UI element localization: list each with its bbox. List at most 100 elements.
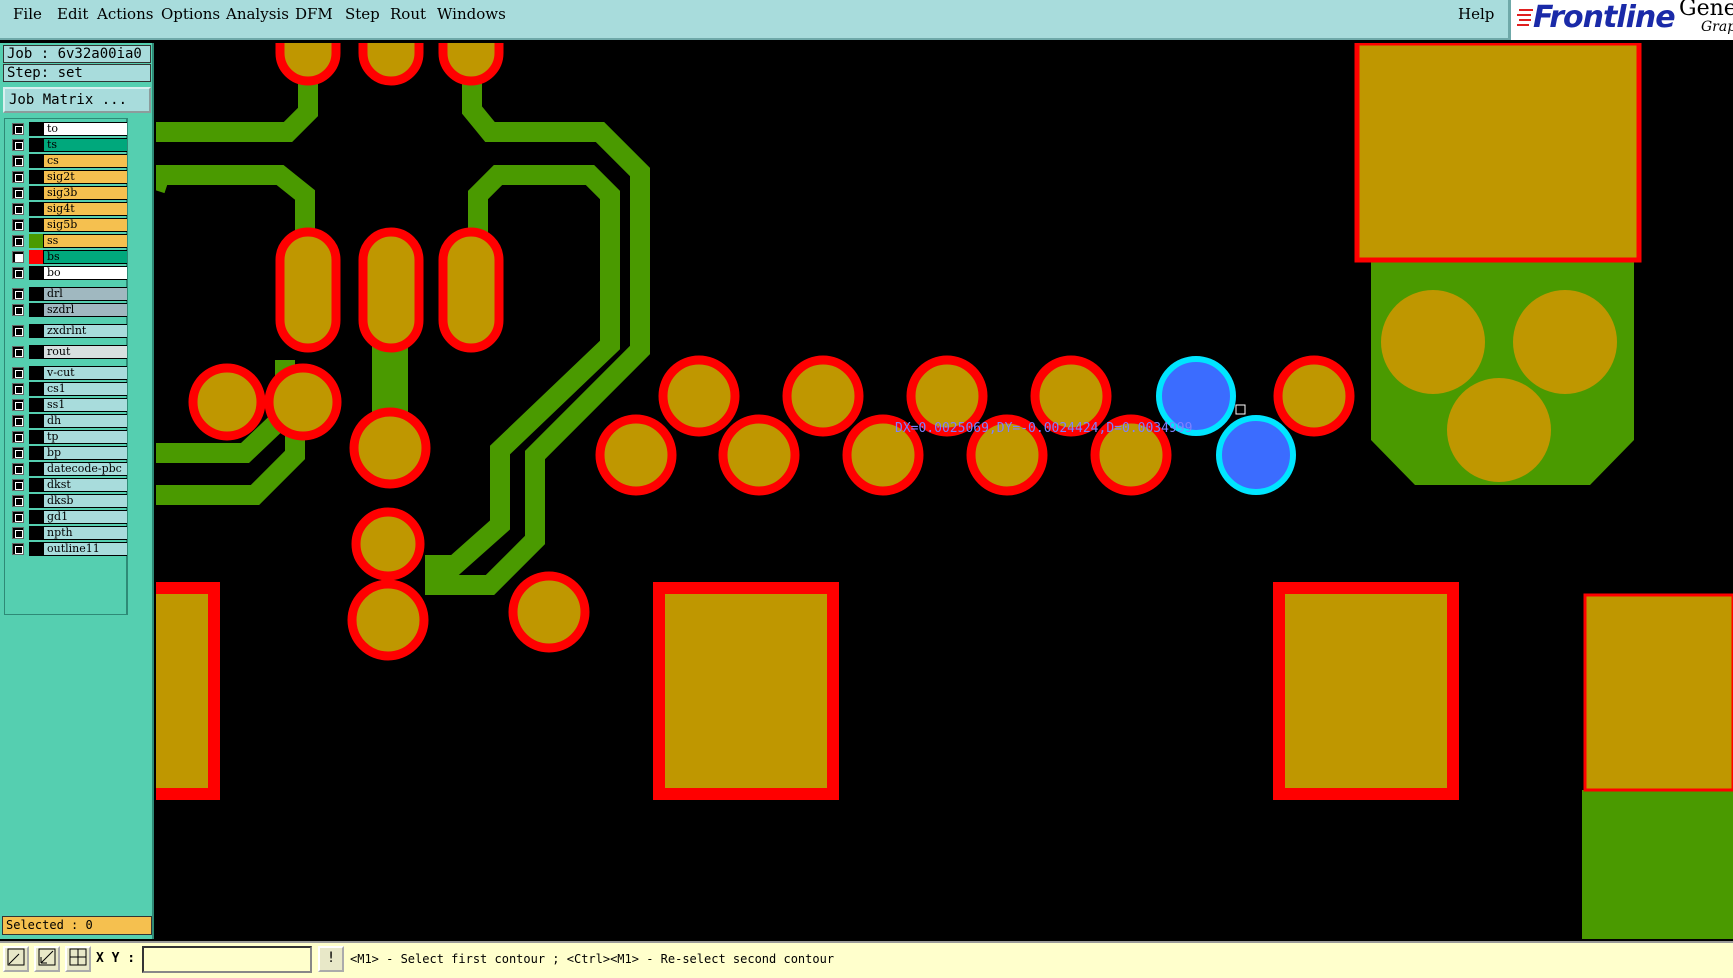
job-matrix-button[interactable]: Job Matrix ... <box>3 87 151 113</box>
layer-checkbox[interactable] <box>12 415 24 427</box>
layer-name[interactable]: npth <box>43 526 128 540</box>
layer-name[interactable]: bp <box>43 446 128 460</box>
layer-name[interactable]: bs <box>43 250 128 264</box>
layer-checkbox[interactable] <box>12 463 24 475</box>
layer-row-datecode-pbc[interactable]: datecode-pbc <box>7 462 128 476</box>
layer-checkbox[interactable] <box>12 346 24 358</box>
layer-name[interactable]: v-cut <box>43 366 128 380</box>
layer-row-dksb[interactable]: dksb <box>7 494 128 508</box>
layer-checkbox[interactable] <box>12 527 24 539</box>
layer-row-szdrl[interactable]: szdrl <box>7 303 128 317</box>
layer-name[interactable]: datecode-pbc <box>43 462 128 476</box>
layer-name[interactable]: sig4t <box>43 202 128 216</box>
menu-file[interactable]: File <box>13 5 42 23</box>
layer-name[interactable]: cs1 <box>43 382 128 396</box>
layer-checkbox[interactable] <box>12 383 24 395</box>
menu-dfm[interactable]: DFM <box>295 5 333 23</box>
menu-windows[interactable]: Windows <box>437 5 506 23</box>
layer-row-tp[interactable]: tp <box>7 430 128 444</box>
logo-product: Genes <box>1679 0 1733 21</box>
layer-name[interactable]: szdrl <box>43 303 128 317</box>
layer-checkbox[interactable] <box>12 251 24 263</box>
snap-mode-button[interactable] <box>3 946 29 972</box>
menu-analysis[interactable]: Analysis <box>226 5 289 23</box>
grid-button[interactable] <box>65 946 91 972</box>
layer-row-bp[interactable]: bp <box>7 446 128 460</box>
layer-name[interactable]: ts <box>43 138 128 152</box>
layer-checkbox[interactable] <box>12 431 24 443</box>
measure-mode-button[interactable] <box>34 946 60 972</box>
layer-row-cs1[interactable]: cs1 <box>7 382 128 396</box>
menu-edit[interactable]: Edit <box>57 5 88 23</box>
menu-help[interactable]: Help <box>1458 5 1494 23</box>
layer-row-ss1[interactable]: ss1 <box>7 398 128 412</box>
xy-input[interactable] <box>142 946 312 973</box>
layer-row-outline11[interactable]: outline11 <box>7 542 128 556</box>
layer-row-sig3b[interactable]: sig3b <box>7 186 128 200</box>
layer-row-zxdrlnt[interactable]: zxdrlnt <box>7 324 128 338</box>
menu-rout[interactable]: Rout <box>390 5 426 23</box>
layer-row-sig4t[interactable]: sig4t <box>7 202 128 216</box>
layer-row-ss[interactable]: ss <box>7 234 128 248</box>
layer-color-swatch <box>29 345 43 359</box>
layer-checkbox[interactable] <box>12 139 24 151</box>
menu-options[interactable]: Options <box>161 5 220 23</box>
info-button[interactable]: ! <box>318 946 344 972</box>
layer-checkbox[interactable] <box>12 155 24 167</box>
pcb-layout[interactable] <box>156 43 1733 939</box>
layer-checkbox[interactable] <box>12 219 24 231</box>
layer-row-sig5b[interactable]: sig5b <box>7 218 128 232</box>
layer-name[interactable]: drl <box>43 287 128 301</box>
layer-checkbox[interactable] <box>12 511 24 523</box>
layer-checkbox[interactable] <box>12 304 24 316</box>
layer-checkbox[interactable] <box>12 203 24 215</box>
layer-row-v-cut[interactable]: v-cut <box>7 366 128 380</box>
layer-name[interactable]: rout <box>43 345 128 359</box>
layer-color-swatch <box>29 510 43 524</box>
layer-row-npth[interactable]: npth <box>7 526 128 540</box>
layer-row-bs[interactable]: bs <box>7 250 128 264</box>
menu-actions[interactable]: Actions <box>97 5 153 23</box>
layer-name[interactable]: zxdrlnt <box>43 324 128 338</box>
layer-name[interactable]: cs <box>43 154 128 168</box>
layer-checkbox[interactable] <box>12 267 24 279</box>
layer-checkbox[interactable] <box>12 325 24 337</box>
layer-row-to[interactable]: to <box>7 122 128 136</box>
layer-name[interactable]: to <box>43 122 128 136</box>
layer-row-gd1[interactable]: gd1 <box>7 510 128 524</box>
layer-row-bo[interactable]: bo <box>7 266 128 280</box>
layer-checkbox[interactable] <box>12 447 24 459</box>
layer-name[interactable]: ss1 <box>43 398 128 412</box>
layer-checkbox[interactable] <box>12 123 24 135</box>
graphics-canvas[interactable]: DX=0.0025069,DY=-0.0024424,D=0.0034999 <box>156 43 1733 939</box>
layer-row-sig2t[interactable]: sig2t <box>7 170 128 184</box>
layer-name[interactable]: sig5b <box>43 218 128 232</box>
layer-checkbox[interactable] <box>12 479 24 491</box>
layer-row-dh[interactable]: dh <box>7 414 128 428</box>
layer-row-dkst[interactable]: dkst <box>7 478 128 492</box>
layer-list-scrollbar[interactable] <box>127 118 151 615</box>
layer-name[interactable]: dksb <box>43 494 128 508</box>
layer-name[interactable]: ss <box>43 234 128 248</box>
layer-row-rout[interactable]: rout <box>7 345 128 359</box>
layer-row-ts[interactable]: ts <box>7 138 128 152</box>
layer-checkbox[interactable] <box>12 495 24 507</box>
layer-name[interactable]: gd1 <box>43 510 128 524</box>
layer-checkbox[interactable] <box>12 543 24 555</box>
layer-checkbox[interactable] <box>12 367 24 379</box>
layer-name[interactable]: sig2t <box>43 170 128 184</box>
layer-name[interactable]: bo <box>43 266 128 280</box>
menu-step[interactable]: Step <box>345 5 380 23</box>
layer-checkbox[interactable] <box>12 171 24 183</box>
layer-row-cs[interactable]: cs <box>7 154 128 168</box>
layer-checkbox[interactable] <box>12 288 24 300</box>
layer-name[interactable]: dkst <box>43 478 128 492</box>
layer-name[interactable]: dh <box>43 414 128 428</box>
layer-name[interactable]: outline11 <box>43 542 128 556</box>
layer-name[interactable]: sig3b <box>43 186 128 200</box>
layer-name[interactable]: tp <box>43 430 128 444</box>
layer-checkbox[interactable] <box>12 187 24 199</box>
layer-checkbox[interactable] <box>12 399 24 411</box>
layer-row-drl[interactable]: drl <box>7 287 128 301</box>
layer-checkbox[interactable] <box>12 235 24 247</box>
